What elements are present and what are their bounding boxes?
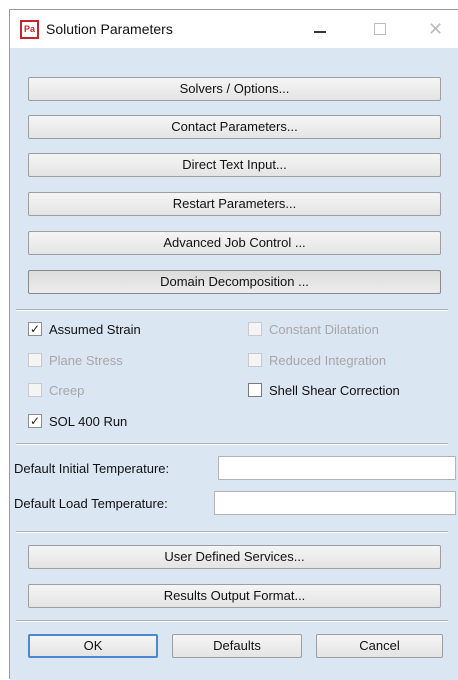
plane-stress-label: Plane Stress: [49, 352, 123, 368]
initial-temperature-label: Default Initial Temperature:: [14, 461, 170, 476]
constant-dilatation-checkbox: [248, 322, 262, 336]
reduced-integration-option: Reduced Integration: [248, 351, 386, 369]
sol400-run-checkbox[interactable]: ✓: [28, 414, 42, 428]
reduced-integration-checkbox: [248, 353, 262, 367]
initial-temperature-input[interactable]: [218, 456, 456, 480]
initial-temperature-row: Default Initial Temperature:: [10, 456, 458, 482]
reduced-integration-label: Reduced Integration: [269, 352, 387, 368]
sol400-run-label: SOL 400 Run: [49, 413, 128, 429]
minimize-icon: [314, 31, 326, 33]
dialog-body: Solvers / Options... Contact Parameters.…: [10, 48, 458, 680]
separator: [16, 443, 448, 445]
solvers-options-button[interactable]: Solvers / Options...: [28, 77, 441, 101]
title-bar[interactable]: Pa Solution Parameters ✕: [10, 10, 458, 48]
user-defined-services-button[interactable]: User Defined Services...: [28, 545, 441, 569]
shell-shear-correction-label: Shell Shear Correction: [269, 382, 400, 398]
load-temperature-input[interactable]: [214, 491, 456, 515]
constant-dilatation-option: Constant Dilatation: [248, 320, 379, 338]
shell-shear-correction-checkbox[interactable]: [248, 383, 262, 397]
load-temperature-row: Default Load Temperature:: [10, 491, 458, 517]
results-output-format-button[interactable]: Results Output Format...: [28, 584, 441, 608]
assumed-strain-checkbox[interactable]: ✓: [28, 322, 42, 336]
creep-option: Creep: [28, 381, 84, 399]
contact-parameters-button[interactable]: Contact Parameters...: [28, 115, 441, 139]
creep-checkbox: [28, 383, 42, 397]
domain-decomposition-button[interactable]: Domain Decomposition ...: [28, 270, 441, 294]
restart-parameters-button[interactable]: Restart Parameters...: [28, 192, 441, 216]
advanced-job-control-button[interactable]: Advanced Job Control ...: [28, 231, 441, 255]
maximize-icon: [374, 23, 386, 35]
assumed-strain-label: Assumed Strain: [49, 321, 141, 337]
assumed-strain-option[interactable]: ✓ Assumed Strain: [28, 320, 141, 338]
shell-shear-correction-option[interactable]: Shell Shear Correction: [248, 381, 400, 399]
solution-parameters-window: Pa Solution Parameters ✕ Solvers / Optio…: [9, 9, 458, 680]
maximize-button: [358, 14, 402, 44]
plane-stress-option: Plane Stress: [28, 351, 123, 369]
separator: [16, 531, 448, 533]
sol400-run-option[interactable]: ✓ SOL 400 Run: [28, 412, 127, 430]
direct-text-input-button[interactable]: Direct Text Input...: [28, 153, 441, 177]
close-button[interactable]: ✕: [414, 14, 458, 44]
plane-stress-checkbox: [28, 353, 42, 367]
minimize-button[interactable]: [298, 14, 342, 44]
cancel-button[interactable]: Cancel: [316, 634, 443, 658]
separator: [16, 309, 448, 311]
creep-label: Creep: [49, 382, 85, 398]
window-title: Solution Parameters: [46, 21, 173, 37]
constant-dilatation-label: Constant Dilatation: [269, 321, 379, 337]
separator: [16, 620, 448, 622]
close-icon: ✕: [428, 19, 444, 39]
defaults-button[interactable]: Defaults: [172, 634, 302, 658]
app-icon: Pa: [20, 20, 39, 39]
load-temperature-label: Default Load Temperature:: [14, 496, 168, 511]
ok-button[interactable]: OK: [28, 634, 158, 658]
